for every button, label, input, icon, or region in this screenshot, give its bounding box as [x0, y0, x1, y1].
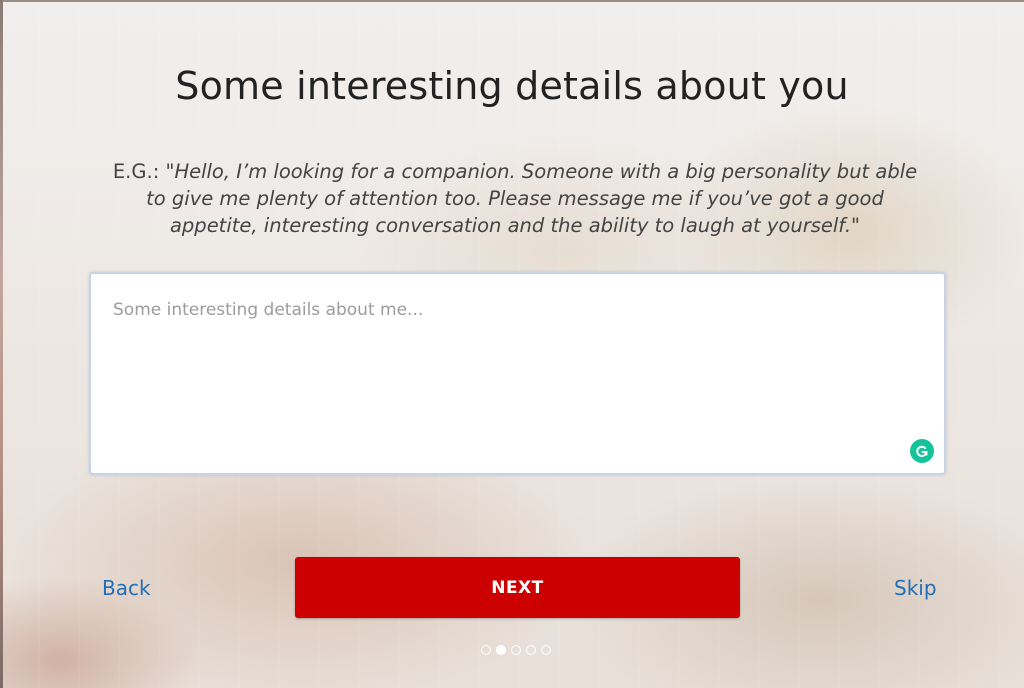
step-dot-current	[496, 645, 506, 655]
step-dot	[511, 645, 521, 655]
step-dot	[541, 645, 551, 655]
example-text: E.G.: "Hello, I’m looking for a companio…	[100, 158, 930, 239]
back-link[interactable]: Back	[102, 576, 151, 600]
page-title: Some interesting details about you	[175, 64, 849, 108]
step-dot	[481, 645, 491, 655]
example-prefix: E.G.:	[112, 160, 166, 183]
grammarly-icon[interactable]	[910, 439, 934, 463]
details-field-container	[89, 272, 946, 475]
next-button[interactable]: NEXT	[295, 557, 740, 618]
step-dot	[526, 645, 536, 655]
example-quote: "Hello, I’m looking for a companion. Som…	[146, 160, 918, 237]
step-indicator	[481, 645, 551, 655]
skip-link[interactable]: Skip	[894, 576, 937, 600]
onboarding-step: Some interesting details about you E.G.:…	[0, 0, 1024, 688]
details-textarea[interactable]	[91, 274, 944, 473]
